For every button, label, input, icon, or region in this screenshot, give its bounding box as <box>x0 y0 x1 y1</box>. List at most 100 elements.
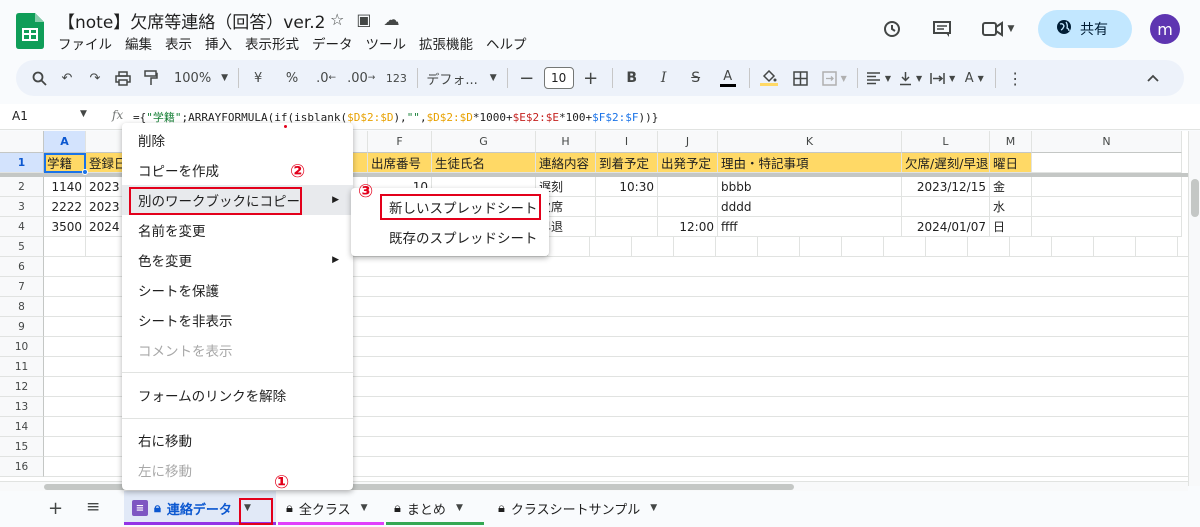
cell[interactable]: 10:30 <box>596 177 658 197</box>
vertical-scrollbar[interactable] <box>1188 131 1200 486</box>
row-header[interactable]: 14 <box>0 417 44 437</box>
header-cell-contact-content[interactable]: 連絡内容 <box>536 153 596 173</box>
version-history-icon[interactable] <box>876 13 908 45</box>
row-header[interactable]: 9 <box>0 317 44 337</box>
sheet-tab-summary[interactable]: 🔒︎ まとめ ▼ <box>386 491 484 525</box>
row-header[interactable]: 13 <box>0 397 44 417</box>
text-rotation-icon[interactable]: A ▼ <box>963 65 985 91</box>
chevron-down-icon[interactable]: ▼ <box>361 503 368 513</box>
row-header[interactable]: 10 <box>0 337 44 357</box>
menu-help[interactable]: ヘルプ <box>486 33 534 53</box>
percent-format-button[interactable]: % <box>281 65 303 91</box>
cell[interactable] <box>658 177 718 197</box>
star-icon[interactable]: ☆ <box>330 10 344 29</box>
column-header-a[interactable]: A <box>44 131 86 153</box>
row-header[interactable]: 6 <box>0 257 44 277</box>
cell[interactable]: 2222 <box>44 197 86 217</box>
cell[interactable] <box>902 197 990 217</box>
redo-icon[interactable]: ↷ <box>84 65 106 91</box>
header-cell-departure-time[interactable]: 出発予定 <box>658 153 718 173</box>
cell[interactable]: bbbb <box>718 177 902 197</box>
vertical-align-icon[interactable]: ▼ <box>899 65 922 91</box>
row-header[interactable]: 7 <box>0 277 44 297</box>
select-all-corner[interactable] <box>0 131 44 153</box>
menu-data[interactable]: データ <box>312 33 360 53</box>
currency-format-button[interactable]: ¥ <box>247 65 269 91</box>
row-header[interactable]: 2 <box>0 177 44 197</box>
menu-extensions[interactable]: 拡張機能 <box>419 33 480 53</box>
cell[interactable] <box>1032 197 1182 217</box>
text-wrapping-icon[interactable]: ▼ <box>930 65 955 91</box>
sheets-logo-icon[interactable] <box>16 13 44 49</box>
column-header-f[interactable]: F <box>368 131 432 153</box>
horizontal-align-icon[interactable]: ▼ <box>866 65 891 91</box>
menu-file[interactable]: ファイル <box>58 33 119 53</box>
font-size-input[interactable]: 10 <box>543 67 574 89</box>
undo-icon[interactable]: ↶ <box>56 65 78 91</box>
row-header[interactable]: 1 <box>0 153 44 173</box>
row-header[interactable]: 15 <box>0 437 44 457</box>
menu-item-delete[interactable]: 削除 <box>122 125 353 155</box>
row-header[interactable]: 12 <box>0 377 44 397</box>
strikethrough-icon[interactable]: S <box>685 65 707 91</box>
vertical-scroll-thumb[interactable] <box>1191 179 1199 217</box>
column-header-k[interactable]: K <box>718 131 902 153</box>
chevron-down-icon[interactable]: ▼ <box>650 503 657 513</box>
cell[interactable] <box>658 197 718 217</box>
cell[interactable]: 2024/01/07 <box>902 217 990 237</box>
comments-icon[interactable] <box>926 13 958 45</box>
sheet-tab-class-sample[interactable]: 🔒︎ クラスシートサンプル ▼ <box>490 491 670 525</box>
submenu-item-existing-spreadsheet[interactable]: 既存のスプレッドシート <box>351 222 549 252</box>
header-cell-absence-date[interactable]: 欠席/遅刻/早退 <box>902 153 990 173</box>
name-box[interactable]: A1 <box>12 109 28 123</box>
text-color-icon[interactable]: A <box>717 65 739 91</box>
row-header[interactable]: 8 <box>0 297 44 317</box>
collapse-toolbar-icon[interactable] <box>1142 65 1164 91</box>
cell[interactable]: 日 <box>990 217 1032 237</box>
increase-font-size-button[interactable]: + <box>580 65 602 91</box>
cell[interactable] <box>1032 177 1182 197</box>
meet-video-icon[interactable]: ▼ <box>976 13 1020 45</box>
menu-format[interactable]: 表示形式 <box>245 33 306 53</box>
chevron-down-icon[interactable]: ▼ <box>456 503 463 513</box>
menu-item-duplicate[interactable]: コピーを作成 <box>122 155 353 185</box>
cell[interactable]: dddd <box>718 197 902 217</box>
cell[interactable]: 金 <box>990 177 1032 197</box>
font-select[interactable]: デフォ... ▼ <box>426 65 496 91</box>
avatar[interactable]: m <box>1150 14 1180 44</box>
menu-tools[interactable]: ツール <box>366 33 414 53</box>
increase-decimal-button[interactable]: .00 → <box>347 65 375 91</box>
header-cell-arrival-time[interactable]: 到着予定 <box>596 153 658 173</box>
cell[interactable] <box>1032 217 1182 237</box>
all-sheets-button[interactable]: ≡ <box>86 497 100 517</box>
header-cell-weekday[interactable]: 曜日 <box>990 153 1032 173</box>
print-icon[interactable] <box>112 65 134 91</box>
cell[interactable]: 1140 <box>44 177 86 197</box>
decrease-decimal-button[interactable]: .0 ← <box>315 65 337 91</box>
column-header-g[interactable]: G <box>432 131 536 153</box>
menu-item-unlink-form[interactable]: フォームのリンクを解除 <box>122 380 353 410</box>
chevron-down-icon[interactable]: ▼ <box>80 109 87 119</box>
cloud-status-icon[interactable]: ☁ <box>383 10 399 29</box>
move-folder-icon[interactable]: ▣ <box>356 10 371 29</box>
column-header-i[interactable]: I <box>596 131 658 153</box>
decrease-font-size-button[interactable]: − <box>516 65 538 91</box>
cell[interactable]: ffff <box>718 217 902 237</box>
column-header-n[interactable]: N <box>1032 131 1182 153</box>
search-menus-icon[interactable] <box>28 65 50 91</box>
column-header-j[interactable]: J <box>658 131 718 153</box>
zoom-select[interactable]: 100% ▼ <box>174 65 228 91</box>
bold-icon[interactable]: B <box>621 65 643 91</box>
row-header[interactable]: 5 <box>0 237 44 257</box>
document-title[interactable]: 【note】欠席等連絡（回答）ver.2 <box>58 8 325 33</box>
cell[interactable] <box>596 217 658 237</box>
menu-item-hide-sheet[interactable]: シートを非表示 <box>122 305 353 335</box>
cell[interactable]: 2023/12/15 <box>902 177 990 197</box>
cell[interactable] <box>596 197 658 217</box>
header-cell-attendance-number[interactable]: 出席番号 <box>368 153 432 173</box>
menu-insert[interactable]: 挿入 <box>205 33 239 53</box>
column-header-l[interactable]: L <box>902 131 990 153</box>
row-header[interactable]: 11 <box>0 357 44 377</box>
column-header-h[interactable]: H <box>536 131 596 153</box>
cell[interactable]: 水 <box>990 197 1032 217</box>
